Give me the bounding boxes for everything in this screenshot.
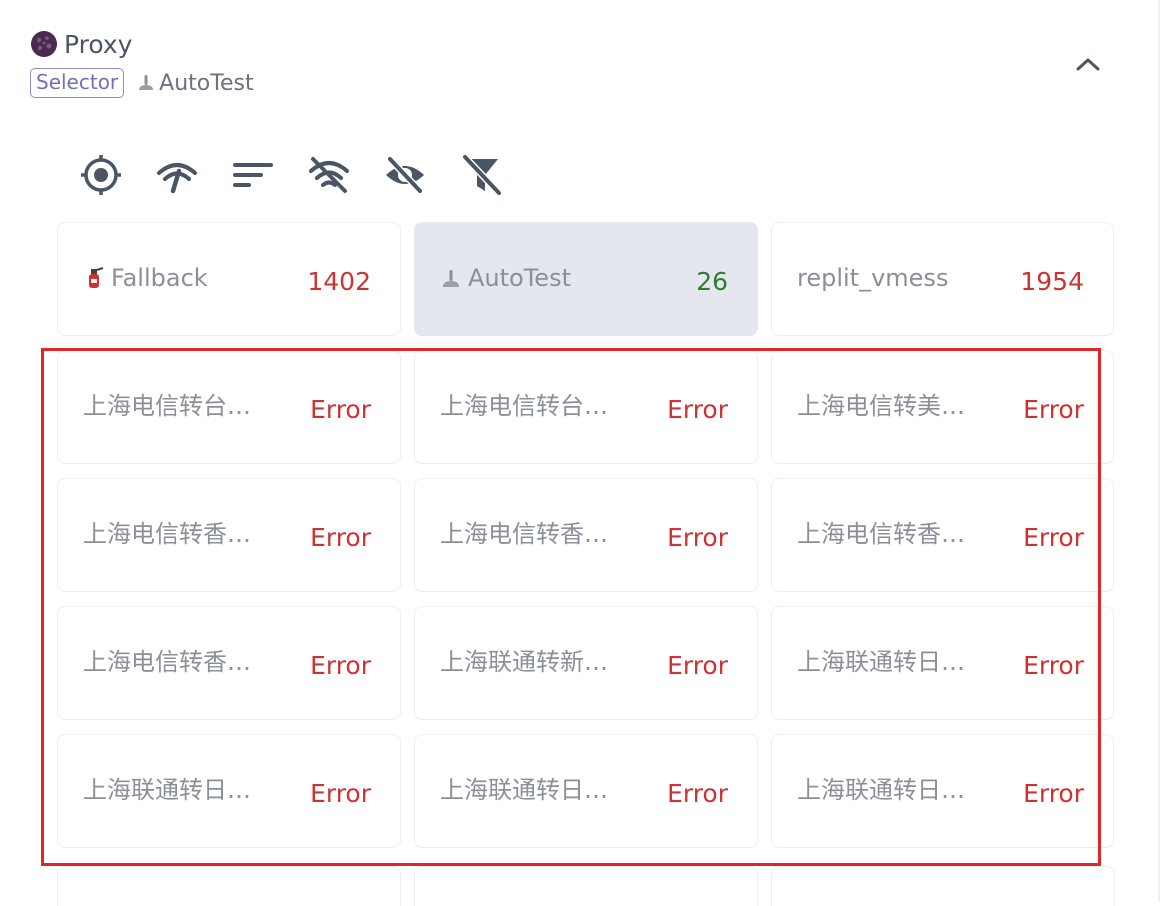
proxy-card[interactable]: 上海联通转日… Error [414,734,758,848]
proxy-delay: Error [310,779,371,808]
proxy-delay: Error [1023,779,1084,808]
proxy-name: 上海电信转香… [797,520,965,548]
proxy-grid: Fallback 1402 AutoTest 26 replit_vmess 1… [57,222,1114,848]
proxy-card[interactable]: 上海联通转日… Error [771,734,1114,848]
proxy-name: 上海联通转日… [440,776,608,804]
proxy-card[interactable]: 上海联通转日… Error [771,606,1114,720]
proxy-name: 上海电信转台… [83,392,251,420]
proxy-card[interactable]: 上海电信转香… Error [771,478,1114,592]
hide-icon [386,156,424,194]
proxy-card[interactable] [414,866,758,906]
group-type-badge: Selector [30,68,125,98]
proxy-card[interactable]: 上海电信转香… Error [57,606,401,720]
proxy-card[interactable] [57,866,401,906]
proxy-card[interactable]: 上海电信转台… Error [57,350,401,464]
proxy-card[interactable]: 上海电信转美… Error [771,350,1114,464]
proxy-delay: 1402 [307,267,371,296]
proxy-card[interactable]: 上海联通转日… Error [57,734,401,848]
proxy-delay: Error [667,395,728,424]
proxy-card-autotest[interactable]: AutoTest 26 [414,222,758,336]
filter-offline-button[interactable] [306,152,352,198]
proxy-card[interactable]: 上海电信转台… Error [414,350,758,464]
next-proxy-row [57,866,1128,906]
proxy-card[interactable]: 上海电信转香… Error [57,478,401,592]
proxy-name: AutoTest [468,264,571,292]
locate-button[interactable] [78,152,124,198]
delay-test-icon [157,163,197,194]
proxy-name: 上海电信转香… [83,520,251,548]
clear-filter-icon [462,154,502,196]
proxy-name: 上海联通转日… [797,776,965,804]
proxy-card-fallback[interactable]: Fallback 1402 [57,222,401,336]
proxy-name: replit_vmess [797,264,949,292]
current-proxy-name: AutoTest [159,70,254,96]
proxy-card[interactable]: 上海电信转香… Error [414,478,758,592]
locate-icon [81,155,121,195]
proxy-delay: Error [1023,523,1084,552]
proxy-delay: Error [667,651,728,680]
hide-button[interactable] [382,152,428,198]
proxy-name: 上海联通转日… [797,648,965,676]
proxy-delay: Error [667,779,728,808]
clear-filter-button[interactable] [458,152,504,198]
scrollbar-track [1158,0,1160,901]
proxy-name: 上海电信转台… [440,392,608,420]
proxy-delay: Error [310,523,371,552]
sort-button[interactable] [230,152,276,198]
chevron-up-icon [1076,58,1100,71]
collapse-button[interactable] [1066,46,1110,82]
fire-extinguisher-icon [89,267,104,288]
proxy-name: 上海联通转日… [83,776,251,804]
proxy-card[interactable] [771,866,1115,906]
proxy-delay: Error [310,651,371,680]
proxy-name: 上海电信转美… [797,392,965,420]
proxy-delay: 26 [696,267,728,296]
sort-icon [233,163,273,187]
group-name: Proxy [64,29,133,59]
proxy-name: 上海电信转香… [440,520,608,548]
gear-shift-icon [443,270,459,287]
proxy-card[interactable]: 上海联通转新… Error [414,606,758,720]
purple-sphere-icon [31,31,57,57]
proxy-delay: Error [310,395,371,424]
proxy-name: 上海电信转香… [83,648,251,676]
proxy-delay: 1954 [1020,267,1084,296]
delay-test-button[interactable] [154,152,200,198]
proxy-card-replit-vmess[interactable]: replit_vmess 1954 [771,222,1114,336]
proxy-toolbar [78,152,534,198]
proxy-delay: Error [667,523,728,552]
proxy-delay: Error [1023,651,1084,680]
proxy-name: 上海联通转新… [440,648,608,676]
filter-offline-icon [309,157,349,193]
proxy-name: Fallback [111,264,208,292]
proxy-group-header[interactable]: Proxy Selector AutoTest [30,26,254,98]
gear-shift-icon [139,75,154,90]
proxy-delay: Error [1023,395,1084,424]
